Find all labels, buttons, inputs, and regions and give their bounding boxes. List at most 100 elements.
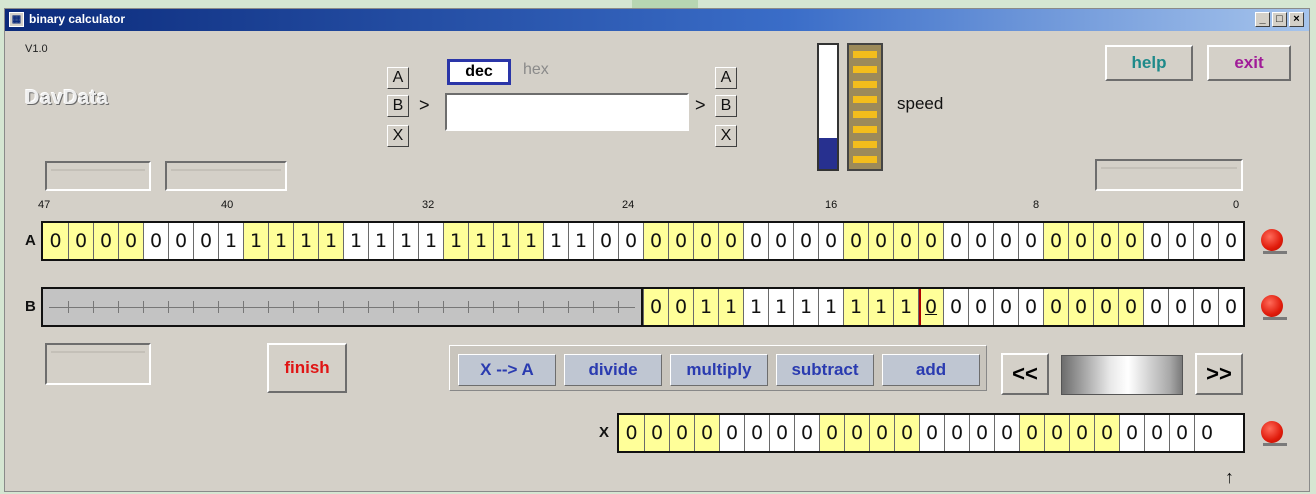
bit-cell[interactable]: 0 [168, 223, 193, 259]
clear-x-red-dot-icon[interactable] [1259, 419, 1287, 447]
bit-cell[interactable]: 0 [819, 415, 844, 451]
bit-cell[interactable]: 0 [1144, 415, 1169, 451]
bit-cell[interactable]: 1 [693, 289, 718, 325]
bit-cell[interactable]: 1 [843, 289, 868, 325]
bit-cell[interactable]: 0 [1143, 223, 1168, 259]
bit-cell[interactable]: 0 [193, 223, 218, 259]
bit-cell[interactable]: 0 [643, 289, 668, 325]
bit-cell[interactable]: 0 [1093, 289, 1118, 325]
bit-cell[interactable]: 0 [669, 415, 694, 451]
source-x-button[interactable]: X [387, 125, 409, 147]
bit-cell[interactable]: 1 [568, 223, 593, 259]
register-a[interactable]: 0000000111111111111111000000000000000000… [41, 221, 1245, 261]
bit-cell[interactable]: 0 [1193, 289, 1218, 325]
bit-cell[interactable]: 1 [768, 289, 793, 325]
bit-cell[interactable]: 0 [969, 415, 994, 451]
bit-cell[interactable]: 0 [1169, 415, 1194, 451]
bit-cell[interactable]: 0 [893, 223, 918, 259]
bit-cell[interactable]: 1 [468, 223, 493, 259]
minimize-button[interactable]: _ [1255, 12, 1270, 27]
bit-cell[interactable]: 1 [443, 223, 468, 259]
add-button[interactable]: add [882, 354, 980, 386]
clear-a-red-dot-icon[interactable] [1259, 227, 1287, 255]
source-a-button[interactable]: A [387, 67, 409, 89]
exit-button[interactable]: exit [1207, 45, 1291, 81]
bit-cell[interactable]: 0 [719, 415, 744, 451]
bit-cell[interactable]: 0 [918, 223, 943, 259]
bit-cell[interactable]: 0 [1019, 415, 1044, 451]
bit-cell[interactable]: 0 [1118, 223, 1143, 259]
bit-cell[interactable]: 0 [1018, 289, 1043, 325]
bit-cell[interactable]: 1 [893, 289, 918, 325]
bit-cell[interactable]: 0 [1143, 289, 1168, 325]
bit-cell[interactable]: 1 [793, 289, 818, 325]
source-b-button[interactable]: B [387, 95, 409, 117]
bit-cell[interactable]: 1 [493, 223, 518, 259]
bit-cell[interactable]: 0 [818, 223, 843, 259]
bit-cell[interactable]: 1 [393, 223, 418, 259]
finish-button[interactable]: finish [267, 343, 347, 393]
bit-cell[interactable]: 1 [543, 223, 568, 259]
bit-cell[interactable]: 0 [668, 289, 693, 325]
step-back-button[interactable]: << [1001, 353, 1049, 395]
bit-cell[interactable]: 1 [343, 223, 368, 259]
bit-cell[interactable]: 0 [643, 223, 668, 259]
bit-cell[interactable]: 0 [1218, 289, 1243, 325]
bit-cell[interactable]: 0 [968, 289, 993, 325]
register-x[interactable]: 000000000000000000000000 [617, 413, 1245, 453]
help-button[interactable]: help [1105, 45, 1193, 81]
bit-cell[interactable]: 0 [993, 223, 1018, 259]
number-input[interactable] [445, 93, 689, 131]
bit-cell[interactable]: 0 [769, 415, 794, 451]
bit-cell[interactable]: 0 [793, 223, 818, 259]
bit-cell[interactable]: 1 [268, 223, 293, 259]
bit-cell[interactable]: 0 [1068, 289, 1093, 325]
bit-cell[interactable]: 0 [919, 415, 944, 451]
bit-cell[interactable]: 0 [718, 223, 743, 259]
bit-cell[interactable]: 0 [1043, 289, 1068, 325]
bit-cell[interactable]: 0 [1193, 223, 1218, 259]
bit-cell[interactable]: 1 [218, 223, 243, 259]
speed-gauge[interactable] [817, 43, 839, 171]
bit-cell[interactable]: 0 [118, 223, 143, 259]
bit-cell[interactable]: 0 [994, 415, 1019, 451]
bit-cell[interactable]: 0 [1068, 223, 1093, 259]
bit-cell[interactable]: 0 [943, 223, 968, 259]
bit-cell[interactable]: 1 [518, 223, 543, 259]
register-b[interactable]: 001111111110000000000000 [41, 287, 1245, 327]
bit-cell[interactable]: 1 [318, 223, 343, 259]
step-forward-button[interactable]: >> [1195, 353, 1243, 395]
bit-cell[interactable]: 1 [293, 223, 318, 259]
bit-cell[interactable]: 0 [1194, 415, 1219, 451]
bit-cell[interactable]: 0 [1069, 415, 1094, 451]
bit-cell[interactable]: 0 [619, 415, 644, 451]
bit-cell[interactable]: 0 [894, 415, 919, 451]
bit-cell[interactable]: 1 [818, 289, 843, 325]
bit-cell[interactable]: 1 [743, 289, 768, 325]
bit-cell[interactable]: 0 [1218, 223, 1243, 259]
bit-cell[interactable]: 0 [693, 223, 718, 259]
subtract-button[interactable]: subtract [776, 354, 874, 386]
maximize-button[interactable]: □ [1272, 12, 1287, 27]
bit-cell[interactable]: 0 [618, 223, 643, 259]
bit-cell[interactable]: 0 [868, 223, 893, 259]
bit-cell[interactable]: 0 [68, 223, 93, 259]
bit-cell[interactable]: 0 [843, 223, 868, 259]
bit-cell[interactable]: 0 [143, 223, 168, 259]
tab-dec[interactable]: dec [447, 59, 511, 85]
bit-cell[interactable]: 1 [868, 289, 893, 325]
bit-cell[interactable]: 0 [744, 415, 769, 451]
tab-hex[interactable]: hex [523, 61, 549, 79]
bit-cell[interactable]: 0 [844, 415, 869, 451]
clear-b-red-dot-icon[interactable] [1259, 293, 1287, 321]
bit-cell[interactable]: 0 [968, 223, 993, 259]
bit-cell[interactable]: 0 [993, 289, 1018, 325]
bit-cell[interactable]: 0 [93, 223, 118, 259]
bit-cell[interactable]: 1 [243, 223, 268, 259]
bit-cell[interactable]: 0 [943, 289, 968, 325]
bit-cell[interactable]: 0 [593, 223, 618, 259]
dest-x-button[interactable]: X [715, 125, 737, 147]
bit-cell[interactable]: 0 [644, 415, 669, 451]
bit-cell[interactable]: 0 [944, 415, 969, 451]
speed-control[interactable] [847, 43, 883, 171]
